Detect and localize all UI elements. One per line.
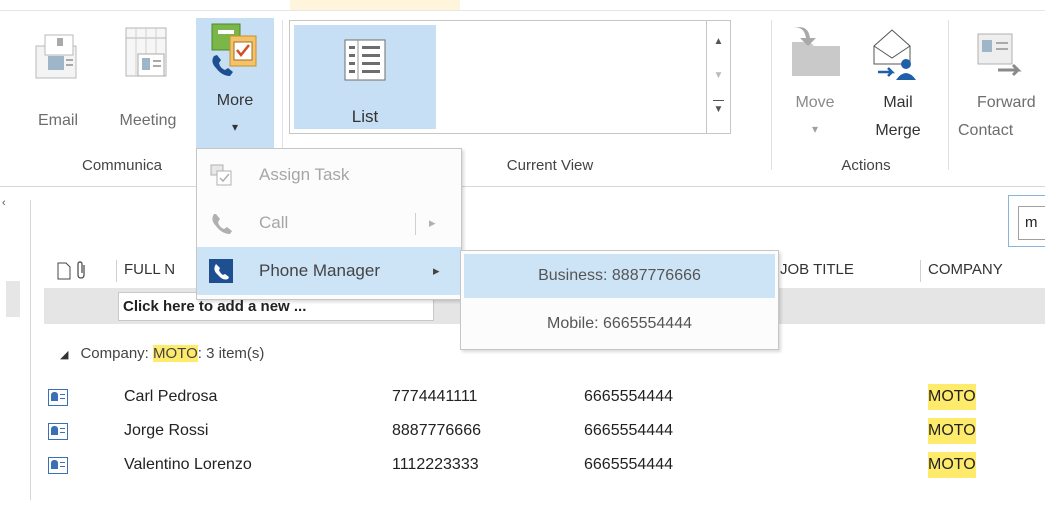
more-button[interactable]: More ▾: [196, 18, 274, 148]
meeting-label: Meeting: [119, 112, 177, 129]
email-label: Email: [37, 112, 78, 129]
mail-merge-button[interactable]: Mail Merge: [858, 20, 938, 145]
expand-bar: [713, 100, 724, 101]
table-row[interactable]: Valentino Lorenzo 1112223333 6665554444 …: [44, 452, 1045, 478]
group-prefix: Company:: [80, 345, 154, 362]
forward-contact-icon: [977, 33, 1022, 77]
pane-divider: [30, 200, 31, 500]
forward-contact-button[interactable]: Forward Contact: [958, 20, 1045, 145]
table-row[interactable]: Jorge Rossi 8887776666 6665554444 MOTO: [44, 418, 1045, 444]
assign-task-label: Assign Task: [259, 165, 350, 184]
cell-phone: 1112223333: [392, 456, 479, 473]
cell-company: MOTO: [928, 384, 976, 410]
header-job-title[interactable]: JOB TITLE: [780, 252, 854, 288]
chevron-down-icon: ▾: [811, 122, 819, 136]
group-suffix: : 3 item(s): [197, 345, 265, 362]
phone-manager-icon: [209, 259, 233, 283]
document-icon[interactable]: [56, 262, 72, 280]
group-header[interactable]: ◢ Company: MOTO: 3 item(s): [44, 340, 264, 368]
header-company[interactable]: COMPANY: [928, 252, 1003, 288]
current-view-group-label: Current View: [506, 157, 594, 174]
mail-merge-label-2: Merge: [875, 122, 921, 139]
menu-item-phone-manager[interactable]: Phone Manager ▸: [197, 247, 461, 295]
search-input[interactable]: m: [1018, 206, 1045, 240]
ribbon-tab-accent: [290, 0, 460, 10]
collapse-chevron-icon[interactable]: ‹: [2, 197, 6, 209]
gallery-scrollbar[interactable]: ▲ ▼ ▼: [706, 21, 730, 133]
more-phone-task-icon: [211, 23, 257, 76]
email-contact-icon: [35, 34, 77, 79]
cell-phone-2: 6665554444: [584, 422, 673, 439]
menu-item-assign-task[interactable]: Assign Task: [197, 151, 461, 199]
table-row[interactable]: Carl Pedrosa 7774441111 6665554444 MOTO: [44, 384, 1045, 410]
move-button[interactable]: Move ▾: [786, 20, 844, 145]
more-dropdown-menu: Assign Task Call ▸ Phone Manager ▸: [196, 148, 462, 300]
actions-group-label: Actions: [841, 157, 891, 174]
cell-company: MOTO: [928, 452, 976, 478]
submenu-item-business[interactable]: Business: 8887776666: [464, 254, 775, 298]
cell-name: Carl Pedrosa: [124, 388, 218, 405]
split-divider: [415, 213, 416, 235]
move-folder-icon: [792, 27, 840, 76]
chevron-right-icon: ▸: [429, 215, 436, 230]
cell-phone: 8887776666: [392, 422, 481, 439]
mail-merge-label-1: Mail: [883, 94, 913, 111]
list-view-icon: [344, 39, 386, 81]
cell-name: Jorge Rossi: [124, 422, 209, 439]
phone-icon: [212, 214, 232, 234]
menu-item-call[interactable]: Call ▸: [197, 199, 461, 247]
attachment-icon[interactable]: [76, 261, 88, 281]
cell-name: Valentino Lorenzo: [124, 456, 252, 473]
header-separator: [116, 260, 117, 282]
more-label: More: [216, 92, 254, 109]
list-view-label: List: [351, 107, 379, 126]
cell-phone-2: 6665554444: [584, 388, 673, 405]
collapse-triangle-icon[interactable]: ◢: [60, 349, 68, 361]
email-button[interactable]: Email: [30, 20, 86, 130]
pane-scroll-thumb[interactable]: [6, 281, 20, 317]
phone-manager-label: Phone Manager: [259, 261, 380, 280]
group-divider: [948, 20, 949, 170]
folder-pane-collapsed[interactable]: ‹: [0, 187, 20, 517]
contact-card-icon: [48, 423, 68, 440]
call-label: Call: [259, 213, 289, 232]
mail-merge-icon: [873, 29, 916, 80]
group-name: MOTO: [153, 345, 198, 362]
cell-phone: 7774441111: [392, 388, 478, 405]
forward-label-2: Contact: [958, 122, 1014, 139]
list-view-button[interactable]: List: [294, 25, 436, 129]
phone-manager-submenu: Business: 8887776666 Mobile: 6665554444: [460, 250, 779, 350]
header-full-name[interactable]: FULL N: [124, 252, 175, 288]
scroll-up-icon[interactable]: ▲: [707, 33, 730, 51]
contact-card-icon: [48, 457, 68, 474]
cell-company: MOTO: [928, 418, 976, 444]
chevron-right-icon: ▸: [433, 263, 440, 278]
chevron-down-icon: ▾: [231, 120, 239, 134]
gallery-expand-icon[interactable]: ▼: [707, 101, 730, 119]
submenu-item-mobile[interactable]: Mobile: 6665554444: [464, 302, 775, 346]
ribbon-top-strip: [0, 0, 1045, 11]
meeting-button[interactable]: Meeting: [106, 20, 190, 130]
current-view-gallery: List ▲ ▼ ▼: [289, 20, 731, 134]
meeting-calendar-icon: [125, 27, 167, 77]
header-separator: [920, 260, 921, 282]
assign-task-icon: [210, 164, 232, 186]
forward-label-1: Forward: [977, 94, 1036, 111]
move-label: Move: [795, 94, 835, 111]
scroll-down-icon[interactable]: ▼: [707, 67, 730, 85]
cell-phone-2: 6665554444: [584, 456, 673, 473]
group-divider: [771, 20, 772, 170]
contact-card-icon: [48, 389, 68, 406]
